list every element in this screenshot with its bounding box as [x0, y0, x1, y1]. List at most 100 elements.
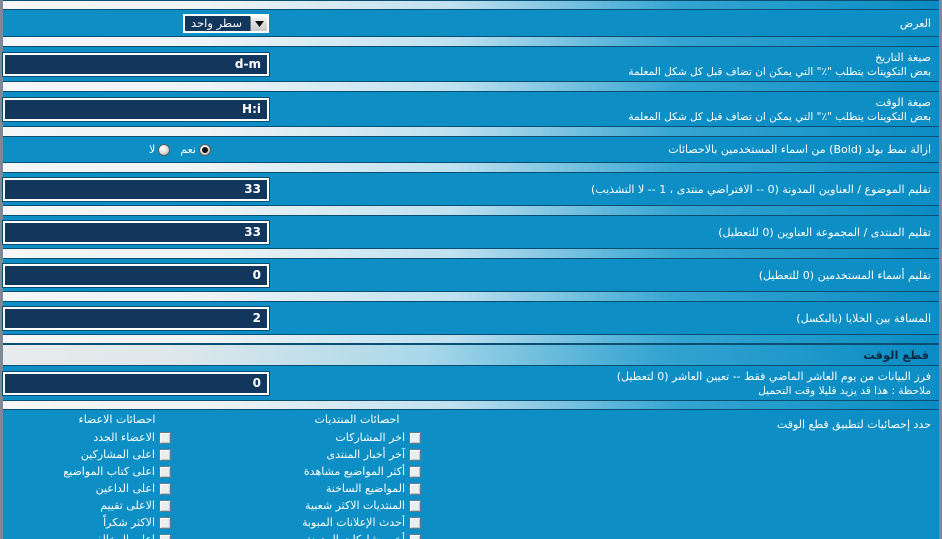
- checkbox-label: المواضيع الساخنة: [325, 482, 405, 495]
- remove-bold-row: ازالة نمط بولد (Bold) من اسماء المستخدمي…: [3, 137, 939, 162]
- checkbox-icon[interactable]: [409, 448, 421, 461]
- checkbox-icon[interactable]: [409, 482, 421, 495]
- trim-forum-row: تقليم المنتدى / المجموعة العناوين (0 للت…: [2, 216, 939, 248]
- display-mode-select[interactable]: سطر واحد: [183, 13, 269, 33]
- forum-statistics-col: احصائات المنتديات اخر المشاركات آخر أخبا…: [237, 413, 477, 539]
- checkbox-icon[interactable]: [159, 431, 171, 444]
- time-format-control: [2, 96, 271, 122]
- checkbox-icon[interactable]: [409, 516, 421, 529]
- trim-username-input[interactable]: [2, 262, 270, 288]
- time-format-input[interactable]: [2, 96, 270, 122]
- cell-spacing-row: المسافة بين الخلايا (بالبكسل): [2, 302, 939, 334]
- time-format-title: صيغة الوقت: [875, 95, 931, 109]
- time-format-label: صيغة الوقت بعض التكوينات يتطلب "٪" التي …: [271, 95, 939, 124]
- checkbox-icon[interactable]: [159, 516, 171, 529]
- checkbox-item[interactable]: المنتديات الاكثر شعبية: [305, 498, 421, 513]
- separator-bar: [3, 400, 939, 410]
- time-cut-title: فرز البيانات من يوم العاشر الماضي فقط --…: [616, 369, 931, 383]
- checkbox-icon[interactable]: [159, 465, 171, 478]
- cell-spacing-control: [2, 305, 271, 331]
- separator-bar: [3, 205, 939, 216]
- remove-bold-control: نعم لا: [3, 143, 271, 156]
- date-format-input[interactable]: [2, 51, 270, 77]
- date-format-label: صيغة التاريخ بعض التكوينات يتطلب "٪" الت…: [271, 50, 939, 79]
- display-mode-row: العرض سطر واحد: [3, 10, 939, 36]
- checkbox-label: اعلى الداعين: [95, 482, 155, 495]
- checkbox-icon[interactable]: [409, 431, 421, 444]
- checkbox-label: المنتديات الاكثر شعبية: [305, 499, 405, 512]
- checkbox-item[interactable]: اعلى الداعين: [96, 481, 171, 496]
- checkbox-item[interactable]: أخر مشاركات المدونة: [306, 532, 421, 539]
- trim-username-label: تقليم أسماء المستخدمين (0 للتعطيل): [758, 268, 931, 282]
- trim-topic-input[interactable]: [2, 176, 270, 202]
- checkbox-icon[interactable]: [409, 533, 421, 539]
- time-cut-section-header: قطع الوقت: [3, 344, 939, 366]
- forum-statistics-list: اخر المشاركات آخر أخبار المنتدى أكثر الم…: [237, 430, 477, 539]
- checkbox-icon[interactable]: [409, 499, 421, 512]
- trim-username-row: تقليم أسماء المستخدمين (0 للتعطيل): [2, 259, 939, 291]
- separator-bar: [3, 162, 939, 173]
- time-cut-row: فرز البيانات من يوم العاشر الماضي فقط --…: [2, 366, 939, 400]
- checkbox-item[interactable]: اعلى المخالفين: [85, 532, 171, 539]
- checkbox-icon[interactable]: [159, 499, 171, 512]
- remove-bold-radio-yes[interactable]: نعم: [180, 143, 211, 156]
- time-cut-section-title: قطع الوقت: [863, 348, 929, 362]
- chevron-down-icon[interactable]: [250, 15, 267, 31]
- statistics-selection-label: حدد إحصائيات لتطبيق قطع الوقت: [776, 418, 931, 431]
- trim-forum-input[interactable]: [2, 219, 270, 245]
- checkbox-label: الاكثر شكراً: [103, 516, 155, 529]
- date-format-control: [2, 51, 271, 77]
- checkbox-label: أحدث الإعلانات المبوبة: [302, 516, 405, 529]
- checkbox-item[interactable]: الاعضاء الجدد: [93, 430, 171, 445]
- checkbox-label: اعلى المشاركين: [80, 448, 155, 461]
- date-format-hint: بعض التكوينات يتطلب "٪" التي يمكن ان تضا…: [628, 65, 931, 78]
- separator-bar: [3, 126, 939, 137]
- trim-forum-label: تقليم المنتدى / المجموعة العناوين (0 للت…: [718, 225, 931, 239]
- checkbox-item[interactable]: اعلى المشاركين: [81, 447, 171, 462]
- trim-forum-control: [2, 219, 271, 245]
- checkbox-item[interactable]: اعلى كتاب المواضيع: [63, 464, 171, 479]
- remove-bold-radio-yes-label: نعم: [180, 143, 196, 156]
- checkbox-label: اعلى المخالفين: [85, 532, 155, 539]
- forum-statistics-title: احصائات المنتديات: [314, 413, 400, 426]
- checkbox-item[interactable]: اخر المشاركات: [335, 430, 421, 445]
- checkbox-item[interactable]: الاكثر شكراً: [103, 515, 171, 530]
- member-statistics-list: الاعضاء الجدد اعلى المشاركين اعلى كتاب ا…: [0, 430, 237, 539]
- separator-bar: [3, 291, 939, 302]
- trim-username-control: [2, 262, 271, 288]
- radio-selected-icon[interactable]: [199, 143, 211, 156]
- display-mode-select-value: سطر واحد: [185, 15, 250, 31]
- separator-bar: [3, 0, 939, 10]
- statistics-selection-section: حدد إحصائيات لتطبيق قطع الوقت احصائات ال…: [3, 410, 939, 539]
- time-cut-control: [2, 370, 271, 396]
- checkbox-item[interactable]: المواضيع الساخنة: [326, 481, 421, 496]
- remove-bold-radio-group: نعم لا: [149, 143, 269, 156]
- radio-unselected-icon[interactable]: [158, 143, 171, 156]
- trim-topic-row: تقليم الموضوع / العناوين المدونة (0 -- ا…: [2, 173, 939, 205]
- time-cut-label: فرز البيانات من يوم العاشر الماضي فقط --…: [271, 369, 939, 398]
- date-format-row: صيغة التاريخ بعض التكوينات يتطلب "٪" الت…: [2, 47, 939, 81]
- settings-page: العرض سطر واحد صيغة التاريخ بعض التكوينا…: [0, 0, 942, 539]
- checkbox-item[interactable]: أكثر المواضيع مشاهدة: [304, 464, 421, 479]
- date-format-title: صيغة التاريخ: [875, 50, 931, 64]
- time-cut-hint: ملاحظة : هذا قد يزيد قليلا وقت التحميل: [758, 384, 931, 397]
- checkbox-icon[interactable]: [159, 533, 171, 539]
- checkbox-label: الاعلى تقييم: [100, 499, 155, 512]
- cell-spacing-input[interactable]: [2, 305, 270, 331]
- trim-topic-control: [2, 176, 271, 202]
- checkbox-icon[interactable]: [409, 465, 421, 478]
- remove-bold-radio-no[interactable]: لا: [149, 143, 171, 156]
- checkbox-item[interactable]: أحدث الإعلانات المبوبة: [302, 515, 421, 530]
- separator-bar: [3, 248, 939, 259]
- checkbox-icon[interactable]: [159, 448, 171, 461]
- checkbox-label: اخر المشاركات: [335, 431, 405, 444]
- separator-bar: [3, 334, 939, 344]
- time-cut-input[interactable]: [2, 370, 270, 396]
- checkbox-item[interactable]: آخر أخبار المنتدى: [326, 447, 421, 462]
- member-statistics-title: احصائات الاعضاء: [78, 413, 156, 426]
- checkbox-icon[interactable]: [159, 482, 171, 495]
- separator-bar: [3, 36, 939, 47]
- checkbox-item[interactable]: الاعلى تقييم: [100, 498, 171, 513]
- time-format-row: صيغة الوقت بعض التكوينات يتطلب "٪" التي …: [2, 92, 939, 126]
- checkbox-label: أكثر المواضيع مشاهدة: [303, 465, 405, 478]
